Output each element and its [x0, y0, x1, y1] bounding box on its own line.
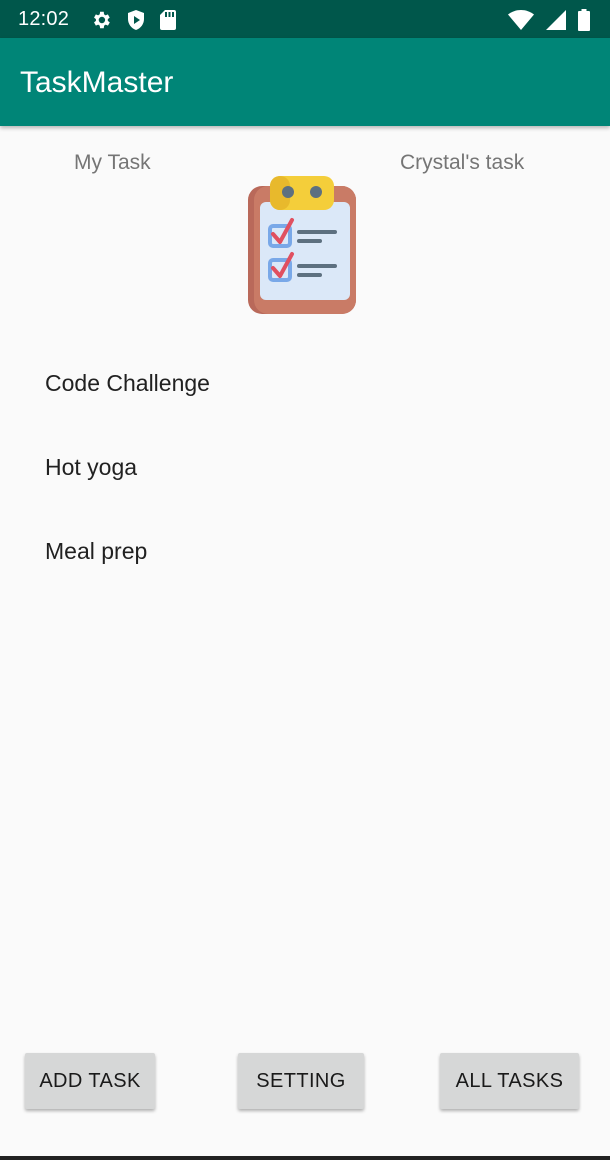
task-item-meal-prep[interactable]: Meal prep [45, 538, 147, 565]
add-task-button[interactable]: ADD TASK [25, 1053, 155, 1109]
task-item-code-challenge[interactable]: Code Challenge [45, 370, 210, 397]
my-task-label: My Task [74, 151, 151, 174]
gear-icon [90, 9, 112, 36]
battery-icon [578, 9, 590, 36]
task-item-hot-yoga[interactable]: Hot yoga [45, 454, 137, 481]
shield-play-icon [126, 9, 146, 36]
status-icons-left [90, 9, 176, 36]
status-bar: 12:02 [0, 0, 610, 38]
signal-icon [546, 10, 566, 35]
crystals-task-label: Crystal's task [400, 151, 525, 174]
all-tasks-button[interactable]: ALL TASKS [440, 1053, 579, 1109]
setting-button[interactable]: SETTING [238, 1053, 364, 1109]
clipboard-checklist-icon [246, 174, 360, 316]
status-icons-right [508, 9, 590, 36]
bottom-nav-edge [0, 1156, 610, 1160]
app-title: TaskMaster [20, 66, 174, 99]
sd-card-icon [160, 10, 176, 35]
status-time: 12:02 [18, 8, 70, 30]
wifi-icon [508, 10, 534, 35]
app-bar: TaskMaster [0, 38, 610, 126]
